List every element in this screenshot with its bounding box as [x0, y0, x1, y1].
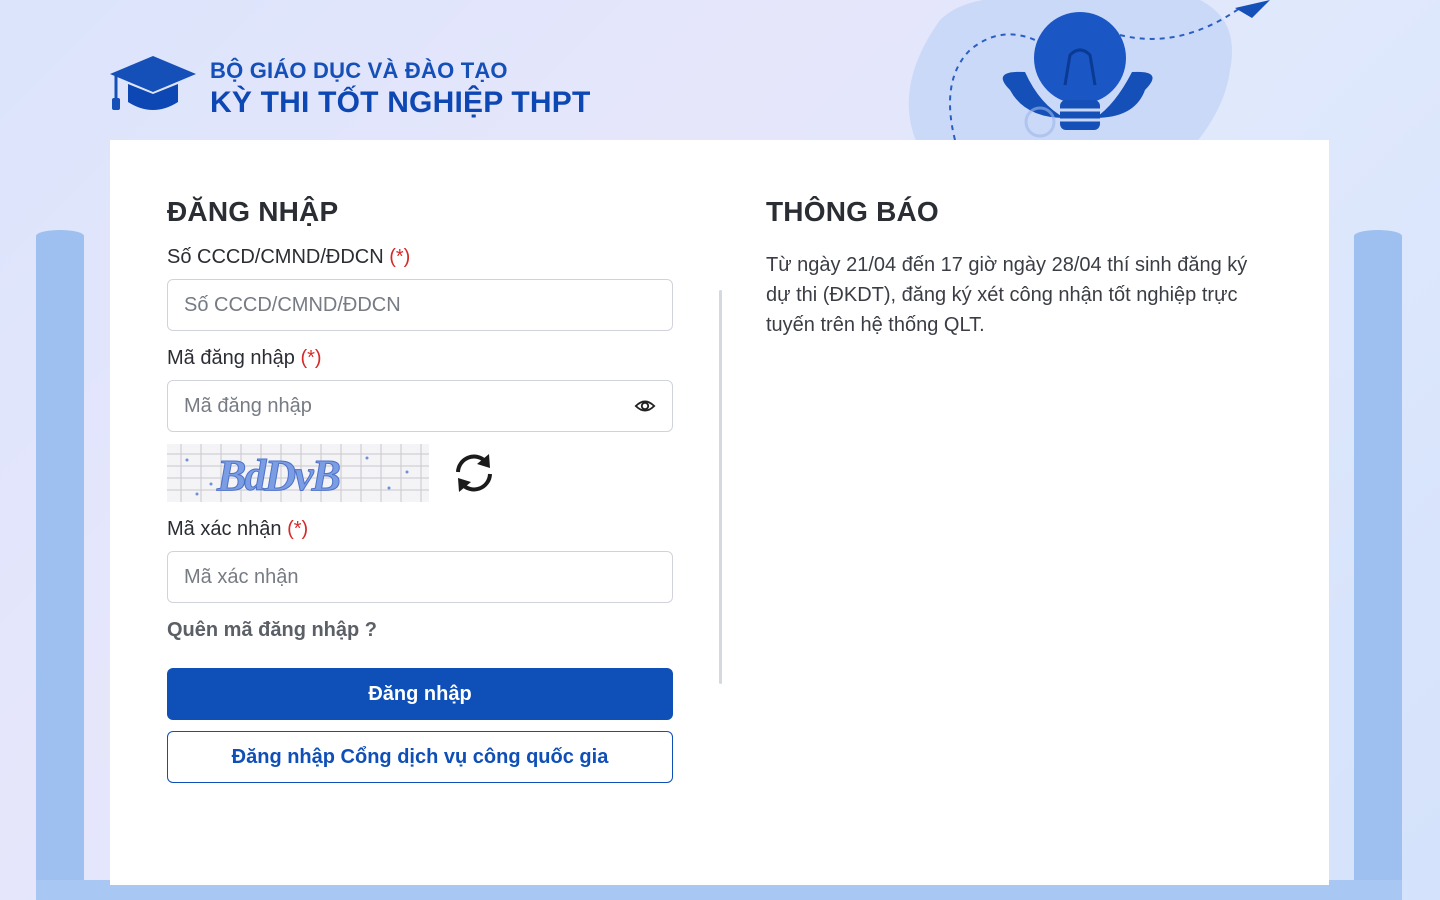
- graduation-cap-icon: [110, 56, 196, 110]
- password-label: Mã đăng nhập (*): [167, 347, 322, 369]
- captcha-row: BdDvB: [167, 444, 673, 502]
- captcha-image: BdDvB: [167, 444, 429, 502]
- book-cover-right: [1354, 230, 1402, 900]
- login-button[interactable]: Đăng nhập: [167, 668, 673, 720]
- captcha-text: BdDvB: [216, 451, 340, 500]
- refresh-icon[interactable]: [449, 448, 499, 498]
- ministry-name: BỘ GIÁO DỤC VÀ ĐÀO TẠO: [210, 58, 508, 83]
- id-label: Số CCCD/CMND/ĐDCN (*): [167, 246, 411, 268]
- book-cover-left: [36, 230, 84, 900]
- notice-text: Từ ngày 21/04 đến 17 giờ ngày 28/04 thí …: [766, 254, 1248, 336]
- eye-icon[interactable]: [634, 395, 656, 417]
- required-mark: (*): [287, 518, 309, 540]
- login-panel: ĐĂNG NHẬP Số CCCD/CMND/ĐDCN (*) Mã đăng …: [167, 196, 673, 783]
- notice-panel: THÔNG BÁO Từ ngày 21/04 đến 17 giờ ngày …: [766, 196, 1266, 340]
- notice-title: THÔNG BÁO: [766, 196, 939, 227]
- password-input[interactable]: [168, 381, 624, 431]
- book-spine-divider: [719, 290, 722, 684]
- required-mark: (*): [300, 347, 322, 369]
- book-page-top-curve: [110, 142, 1329, 190]
- required-mark: (*): [389, 246, 411, 268]
- forgot-password-link[interactable]: Quên mã đăng nhập ?: [167, 619, 673, 642]
- national-portal-login-button[interactable]: Đăng nhập Cổng dịch vụ công quốc gia: [167, 731, 673, 783]
- captcha-input[interactable]: [168, 552, 624, 602]
- captcha-label: Mã xác nhận (*): [167, 518, 309, 540]
- site-logo[interactable]: BỘ GIÁO DỤC VÀ ĐÀO TẠO KỲ THI TỐT NGHIỆP…: [108, 54, 591, 124]
- id-field-box: [167, 279, 673, 331]
- id-input[interactable]: [168, 280, 624, 330]
- login-title: ĐĂNG NHẬP: [167, 196, 339, 227]
- password-field-box: [167, 380, 673, 432]
- captcha-field-box: [167, 551, 673, 603]
- exam-title: KỲ THI TỐT NGHIỆP THPT: [210, 86, 591, 119]
- paper-plane-icon: [1235, 0, 1270, 18]
